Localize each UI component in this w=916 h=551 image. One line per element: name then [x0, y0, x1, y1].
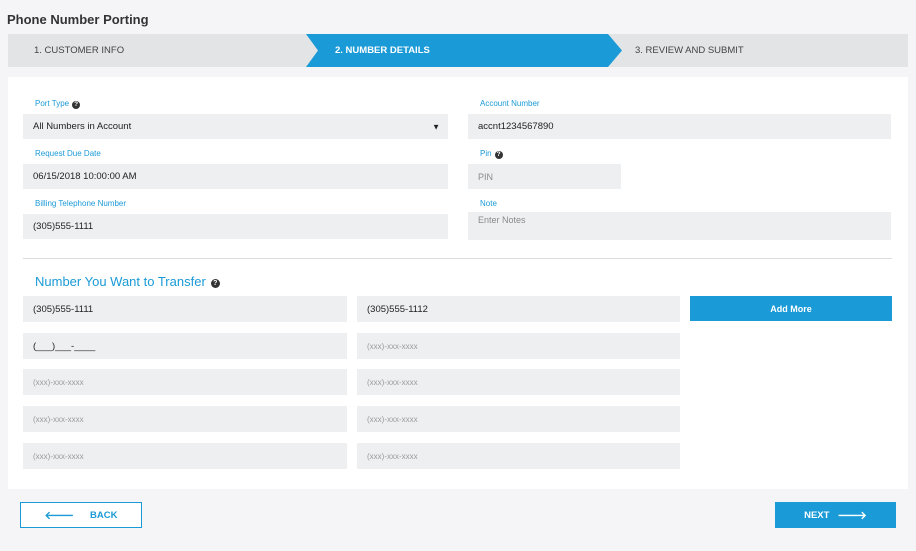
next-button[interactable]: NEXT 🡒	[775, 502, 896, 528]
add-more-button[interactable]: Add More	[690, 296, 892, 321]
transfer-number-input-5[interactable]: (xxx)-xxx-xxxx	[23, 369, 347, 395]
question-circle-icon[interactable]: ?	[494, 151, 503, 159]
progress-stepper: 1. CUSTOMER INFO 2. NUMBER DETAILS 3. RE…	[8, 34, 908, 67]
page-title: Phone Number Porting	[7, 12, 149, 27]
transfer-number-input-8[interactable]: (xxx)-xxx-xxxx	[357, 406, 680, 432]
arrow-left-icon: 🡐	[44, 510, 75, 522]
transfer-number-input-4[interactable]: (xxx)-xxx-xxxx	[357, 333, 680, 359]
transfer-number-input-9[interactable]: (xxx)-xxx-xxxx	[23, 443, 347, 469]
pin-input[interactable]: PIN	[468, 164, 621, 189]
form-card: Port Type? All Numbers in Account ▼ Acco…	[8, 77, 908, 489]
request-due-date-label: Request Due Date	[35, 149, 101, 158]
billing-telephone-label: Billing Telephone Number	[35, 199, 127, 208]
port-type-label: Port Type?	[35, 99, 81, 109]
back-button[interactable]: 🡐 BACK	[20, 502, 142, 528]
billing-telephone-input[interactable]: (305)555-1111	[23, 214, 448, 239]
step-customer-info[interactable]: 1. CUSTOMER INFO	[34, 34, 124, 67]
account-number-label: Account Number	[480, 99, 540, 108]
transfer-number-input-2[interactable]: (305)555-1112	[357, 296, 680, 322]
transfer-number-input-10[interactable]: (xxx)-xxx-xxxx	[357, 443, 680, 469]
question-circle-icon[interactable]: ?	[210, 279, 220, 288]
transfer-number-input-1[interactable]: (305)555-1111	[23, 296, 347, 322]
question-circle-icon[interactable]: ?	[72, 101, 81, 109]
caret-down-icon: ▼	[432, 122, 440, 131]
note-label: Note	[480, 199, 497, 208]
request-due-date-input[interactable]: 06/15/2018 10:00:00 AM	[23, 164, 448, 189]
arrow-right-icon: 🡒	[837, 510, 867, 522]
note-textarea[interactable]: Enter Notes	[468, 212, 891, 240]
section-divider	[23, 258, 892, 259]
port-type-select[interactable]: All Numbers in Account ▼	[23, 114, 448, 139]
step-number-details[interactable]: 2. NUMBER DETAILS	[335, 34, 430, 67]
pin-label: Pin?	[480, 149, 503, 159]
transfer-number-input-3[interactable]: (___)___-____	[23, 333, 347, 359]
transfer-number-input-6[interactable]: (xxx)-xxx-xxxx	[357, 369, 680, 395]
account-number-input[interactable]: accnt1234567890	[468, 114, 891, 139]
transfer-number-input-7[interactable]: (xxx)-xxx-xxxx	[23, 406, 347, 432]
step-review-and-submit[interactable]: 3. REVIEW AND SUBMIT	[635, 34, 744, 67]
transfer-section-title: Number You Want to Transfer?	[35, 274, 220, 289]
